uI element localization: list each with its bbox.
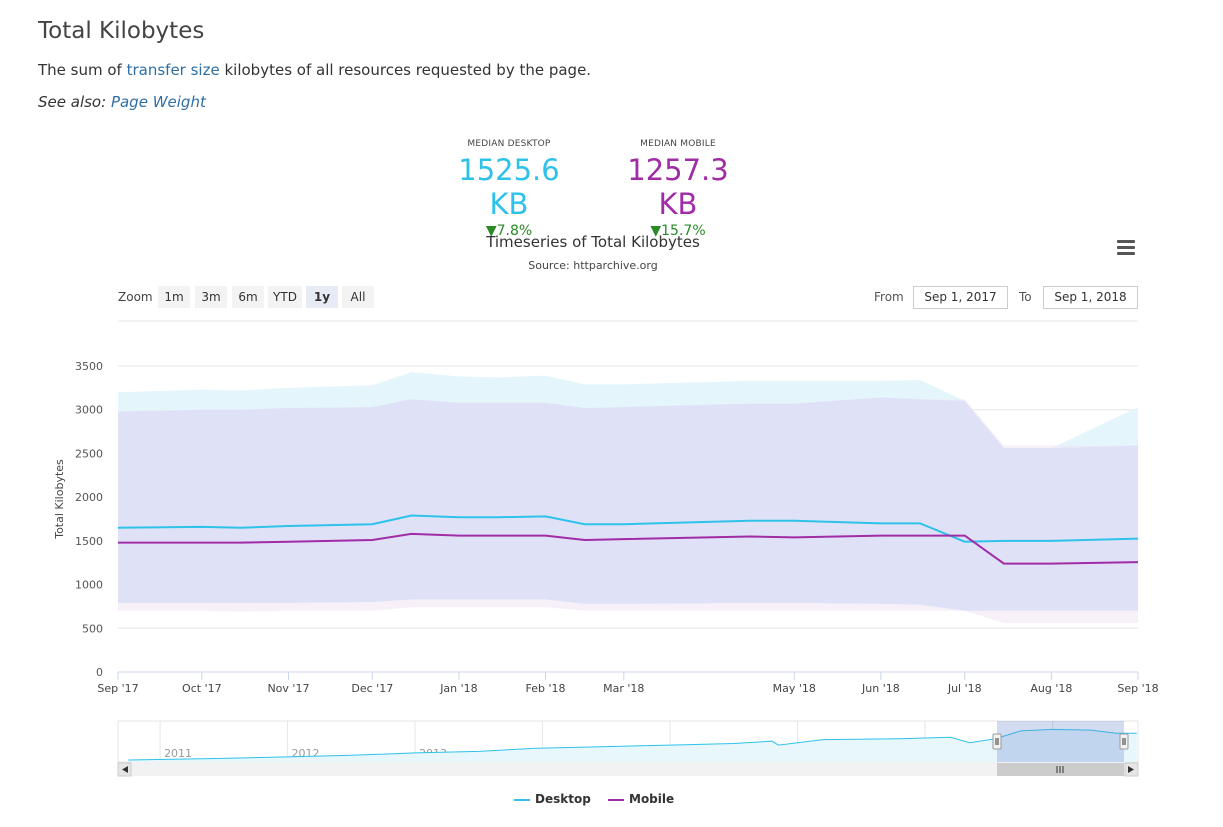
legend-mobile-label: Mobile xyxy=(629,792,675,806)
desktop-series-line xyxy=(117,514,1139,543)
desktop-legend-swatch xyxy=(514,798,530,801)
navigator-right-handle xyxy=(1119,733,1129,750)
navigator-series-area xyxy=(128,729,1137,762)
page-title: Total Kilobytes xyxy=(38,18,205,44)
to-label: To xyxy=(1019,290,1032,304)
description-prefix: The sum of xyxy=(38,61,122,79)
median-desktop-value: 1525.6 KB xyxy=(458,153,560,221)
x-tick-label: Sep '17 xyxy=(97,682,138,695)
zoom-label: Zoom xyxy=(118,290,153,304)
x-tick-label: Nov '17 xyxy=(267,682,309,695)
mobile-series-line xyxy=(118,532,1139,565)
median-desktop-label: MEDIAN DESKTOP xyxy=(467,139,551,149)
median-mobile-stat: MEDIAN MOBILE 1257.3 KB ▼15.7% xyxy=(604,139,752,239)
x-tick-label: Dec '17 xyxy=(351,682,393,695)
zoom-1m-button[interactable]: 1m xyxy=(158,286,190,308)
navigator-year-label: 2018 xyxy=(1057,747,1085,760)
navigator-selection xyxy=(997,721,1124,762)
page-description: The sum of transfer size kilobytes of al… xyxy=(38,61,591,79)
zoom-1y-button[interactable]: 1y xyxy=(306,286,338,308)
from-label: From xyxy=(874,290,904,304)
x-tick-label: May '18 xyxy=(773,682,816,695)
y-tick-label: 1500 xyxy=(75,535,103,548)
navigator-year-label: 2011 xyxy=(164,747,192,760)
scroll-right-arrow-icon xyxy=(1128,766,1134,773)
overlap-range-band xyxy=(118,397,1138,611)
navigator-frame xyxy=(117,720,1139,763)
x-tick-label: Mar '18 xyxy=(603,682,644,695)
mobile-legend-swatch xyxy=(608,798,624,801)
chart-title: Timeseries of Total Kilobytes xyxy=(486,233,700,251)
zoom-3m-button[interactable]: 3m xyxy=(195,286,227,308)
to-date-input[interactable]: Sep 1, 2018 xyxy=(1043,286,1138,309)
legend-desktop[interactable]: Desktop xyxy=(514,792,591,806)
scroll-left-arrow-icon xyxy=(122,766,128,773)
scrollbar-left-button xyxy=(117,762,132,777)
y-tick-label: 2500 xyxy=(75,447,103,460)
scrollbar-right-button xyxy=(1124,762,1139,777)
median-desktop-stat: MEDIAN DESKTOP 1525.6 KB ▼7.8% xyxy=(436,139,582,239)
navigator-scrollbar-track xyxy=(118,763,1138,776)
x-tick-label: Feb '18 xyxy=(526,682,566,695)
legend-mobile[interactable]: Mobile xyxy=(608,792,674,806)
navigator-left-handle xyxy=(992,733,1002,750)
y-axis-title: Total Kilobytes xyxy=(53,459,66,540)
x-tick-label: Aug '18 xyxy=(1030,682,1072,695)
legend-desktop-label: Desktop xyxy=(535,792,591,806)
zoom-6m-button[interactable]: 6m xyxy=(232,286,264,308)
navigator-year-label: 2015 xyxy=(674,747,702,760)
x-tick-label: Jul '18 xyxy=(947,682,982,695)
desktop-range-band xyxy=(118,372,1138,611)
timeseries-chart: 0 500 1000 1500 2000 2500 3000 3500 Total Kiloby… xyxy=(53,320,1159,777)
transfer-size-link[interactable]: transfer size xyxy=(127,61,220,79)
navigator-year-label: 2014 xyxy=(547,747,575,760)
see-also-label: See also: xyxy=(38,93,107,111)
y-tick-label: 2000 xyxy=(75,491,103,504)
navigator-year-label: 2017 xyxy=(929,747,957,760)
x-tick-label: Jan '18 xyxy=(439,682,477,695)
navigator-year-label: 2016 xyxy=(802,747,830,760)
chart-menu-icon[interactable] xyxy=(1117,240,1135,256)
median-mobile-label: MEDIAN MOBILE xyxy=(640,139,716,149)
y-tick-label: 3500 xyxy=(75,360,103,373)
page-weight-link[interactable]: Page Weight xyxy=(111,93,206,111)
y-tick-label: 3000 xyxy=(75,404,103,417)
x-tick-label: Sep '18 xyxy=(1117,682,1158,695)
chart-subtitle: Source: httparchive.org xyxy=(528,259,658,272)
navigator-scrollbar-thumb xyxy=(997,763,1124,776)
y-tick-label: 500 xyxy=(82,622,103,635)
navigator-year-label: 2013 xyxy=(419,747,447,760)
see-also: See also: Page Weight xyxy=(38,93,206,111)
median-mobile-value: 1257.3 KB xyxy=(627,153,729,221)
zoom-ytd-button[interactable]: YTD xyxy=(268,286,302,308)
y-tick-label: 0 xyxy=(96,666,103,679)
x-tick-label: Oct '17 xyxy=(182,682,222,695)
zoom-all-button[interactable]: All xyxy=(342,286,374,308)
from-date-input[interactable]: Sep 1, 2017 xyxy=(913,286,1008,309)
mobile-range-band xyxy=(118,397,1138,624)
navigator-series-line xyxy=(128,728,1137,761)
y-tick-label: 1000 xyxy=(75,579,103,592)
x-tick-label: Jun '18 xyxy=(861,682,900,695)
navigator-year-label: 2012 xyxy=(292,747,320,760)
description-suffix: kilobytes of all resources requested by … xyxy=(224,61,592,79)
